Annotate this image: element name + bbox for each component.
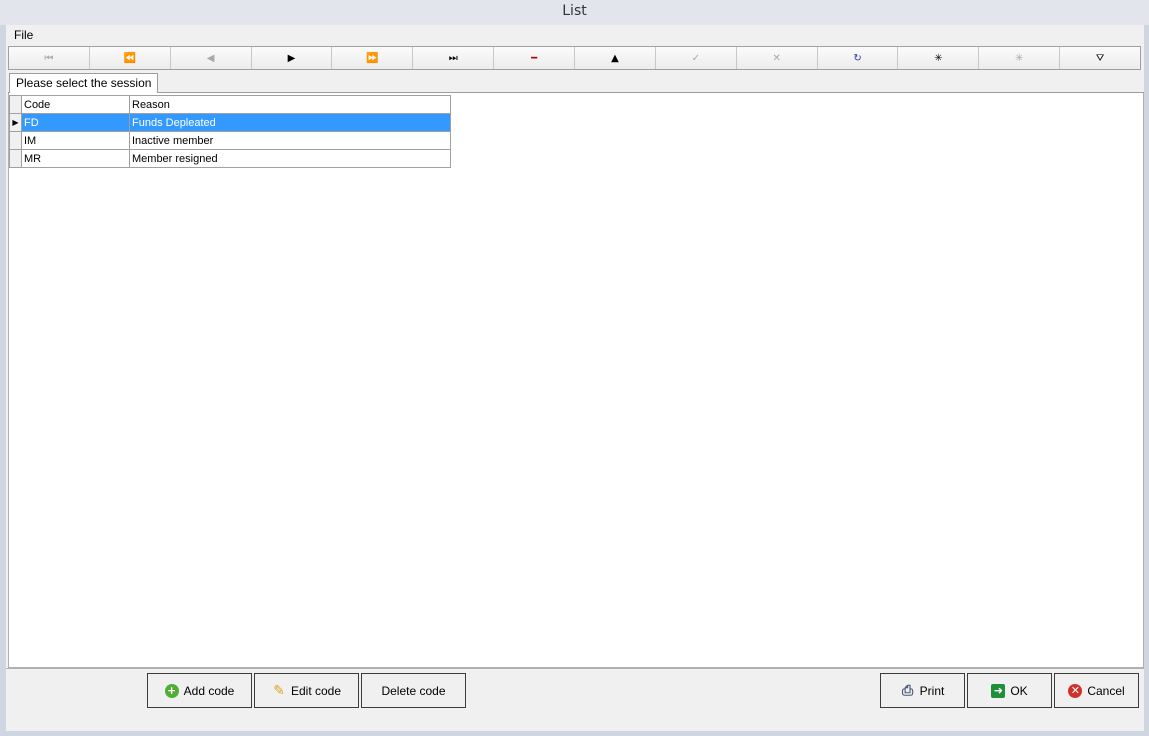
button-bar: + Add code ✎ Edit code Delete code ⎙ Pri… (6, 668, 1144, 731)
cell-code[interactable]: MR (21, 149, 130, 168)
nav-edit-record-button[interactable]: ▲ (575, 47, 656, 69)
row-indicator: ▶ (9, 113, 22, 132)
delete-code-label: Delete code (381, 683, 446, 698)
nav-last-record-button[interactable]: ⏭ (413, 47, 495, 69)
nav-cancel-edit-button[interactable]: ✕ (736, 47, 818, 69)
print-label: Print (919, 683, 945, 698)
row-indicator (9, 131, 22, 150)
menu-file[interactable]: File (10, 28, 37, 42)
row-indicator (9, 149, 22, 168)
title-bar: List (0, 0, 1149, 25)
cell-code[interactable]: FD (21, 113, 130, 132)
insert-record-icon: ✳ (934, 52, 943, 64)
column-header-code[interactable]: Code (21, 95, 130, 114)
printer-icon: ⎙ (902, 682, 914, 699)
prior-page-icon: ⏪ (123, 52, 137, 64)
ok-label: OK (1010, 683, 1028, 698)
nav-next-page-button[interactable]: ⏩ (332, 47, 414, 69)
add-code-button[interactable]: + Add code (147, 673, 252, 708)
pencil-icon: ✎ (273, 682, 285, 699)
cell-reason[interactable]: Funds Depleated (129, 113, 451, 132)
table-row[interactable]: MR Member resigned (9, 149, 451, 168)
post-edit-icon: ✓ (691, 52, 700, 64)
ok-button[interactable]: ➜ OK (967, 673, 1052, 708)
ok-arrow-icon: ➜ (991, 683, 1006, 698)
edit-code-button[interactable]: ✎ Edit code (254, 673, 359, 708)
menu-bar: File (6, 25, 1144, 45)
nav-prior-record-button[interactable]: ◀ (170, 47, 252, 69)
table-row[interactable]: ▶ FD Funds Depleated (9, 113, 451, 132)
next-record-icon: ▶ (287, 52, 296, 64)
last-record-icon: ⏭ (448, 52, 458, 64)
nav-append-record-button[interactable]: ✳ (979, 47, 1061, 69)
add-code-label: Add code (183, 683, 235, 698)
db-navigator: ⏮ ⏪ ◀ ▶ ⏩ ⏭ ━ ▲ ✓ ✕ ↻ ✳ ✳ ⛛ (8, 46, 1141, 70)
indicator-header (9, 95, 22, 114)
grid-panel: Code Reason ▶ FD Funds Depleated IM Inactive… (8, 93, 1144, 668)
tab-select-session[interactable]: Please select the session (9, 73, 159, 94)
grid-header-row: Code Reason (9, 95, 451, 114)
nav-refresh-button[interactable]: ↻ (817, 47, 899, 69)
edit-record-icon: ▲ (611, 52, 619, 64)
add-icon: + (164, 683, 179, 698)
cancel-label: Cancel (1087, 683, 1125, 698)
cell-reason[interactable]: Member resigned (129, 149, 451, 168)
filter-icon: ⛛ (1095, 52, 1105, 64)
cancel-button[interactable]: ✕ Cancel (1054, 673, 1139, 708)
window-title: List (562, 3, 587, 19)
tab-strip: Please select the session (8, 71, 1144, 94)
delete-code-button[interactable]: Delete code (361, 673, 466, 708)
append-record-icon: ✳ (1015, 52, 1024, 64)
reason-grid[interactable]: Code Reason ▶ FD Funds Depleated IM Inactive… (9, 95, 451, 168)
edit-code-label: Edit code (290, 683, 342, 698)
table-row[interactable]: IM Inactive member (9, 131, 451, 150)
window-client-area: File ⏮ ⏪ ◀ ▶ ⏩ ⏭ ━ ▲ ✓ ✕ ↻ ✳ ✳ ⛛ Please select the se… (6, 25, 1144, 731)
column-header-reason[interactable]: Reason (129, 95, 451, 114)
prior-record-icon: ◀ (206, 52, 215, 64)
refresh-icon: ↻ (853, 52, 862, 64)
nav-filter-button[interactable]: ⛛ (1060, 47, 1141, 69)
nav-prior-page-button[interactable]: ⏪ (89, 47, 171, 69)
list-window: List File ⏮ ⏪ ◀ ▶ ⏩ ⏭ ━ ▲ ✓ ✕ ↻ ✳ ✳ ⛛ Please select t… (0, 0, 1149, 736)
next-page-icon: ⏩ (366, 52, 379, 64)
first-record-icon: ⏮ (44, 52, 54, 64)
cancel-icon: ✕ (1068, 683, 1083, 698)
nav-first-record-button[interactable]: ⏮ (9, 47, 90, 69)
nav-insert-record-button[interactable]: ✳ (898, 47, 980, 69)
cell-code[interactable]: IM (21, 131, 130, 150)
nav-delete-record-button[interactable]: ━ (494, 47, 576, 69)
nav-next-record-button[interactable]: ▶ (251, 47, 333, 69)
cancel-edit-icon: ✕ (772, 52, 781, 64)
cell-reason[interactable]: Inactive member (129, 131, 451, 150)
nav-post-edit-button[interactable]: ✓ (655, 47, 737, 69)
print-button[interactable]: ⎙ Print (880, 673, 965, 708)
delete-record-icon: ━ (531, 52, 538, 64)
